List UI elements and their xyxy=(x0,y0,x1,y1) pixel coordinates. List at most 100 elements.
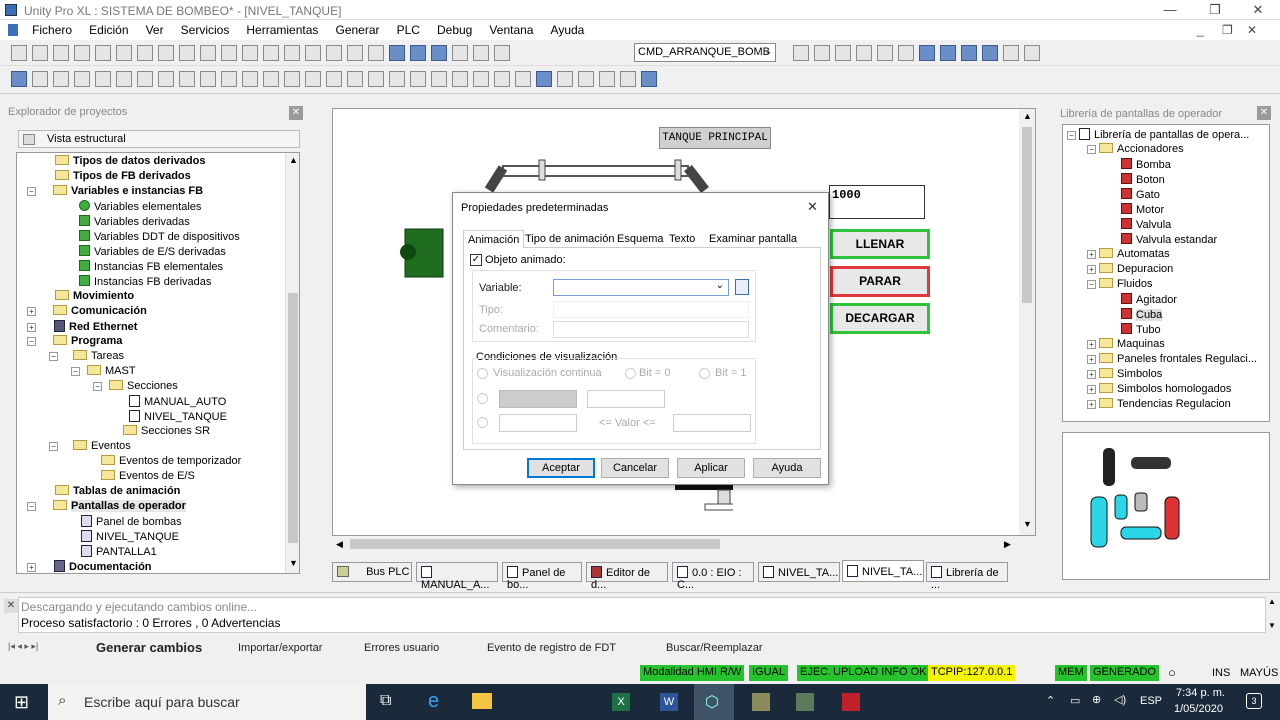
expand-icon[interactable]: + xyxy=(1087,250,1096,259)
slider-icon[interactable] xyxy=(284,71,300,87)
minimize-icon[interactable]: — xyxy=(1155,2,1185,17)
canvas-vscroll[interactable]: ▲ ▼ xyxy=(1019,109,1035,535)
delete-icon[interactable] xyxy=(200,45,216,61)
maximize-icon[interactable]: ❐ xyxy=(1200,2,1230,18)
find-icon[interactable] xyxy=(473,45,489,61)
variable-combo[interactable]: CMD_ARRANQUE_BOMB ⌄ xyxy=(634,43,776,62)
menu-generar[interactable]: Generar xyxy=(328,20,386,40)
save-icon[interactable] xyxy=(53,45,69,61)
expand-icon[interactable]: + xyxy=(27,563,36,572)
tab-examinar[interactable]: Examinar pantalla xyxy=(705,230,801,248)
undo-icon[interactable] xyxy=(158,45,174,61)
taskbar-search[interactable]: ⌕ Escribe aquí para buscar xyxy=(48,684,366,720)
tab-libreria[interactable]: Librería de ... xyxy=(926,562,1008,591)
lib-item[interactable]: Valvula xyxy=(1121,218,1171,231)
tree-item[interactable]: Variables DDT de dispositivos xyxy=(79,230,240,243)
window1-icon[interactable] xyxy=(940,45,956,61)
lib-item[interactable]: + Depuracion xyxy=(1087,263,1173,275)
tree-item[interactable]: Eventos de temporizador xyxy=(101,455,241,467)
excel-icon[interactable]: X xyxy=(612,693,630,711)
scroll-down-icon[interactable]: ▼ xyxy=(1023,519,1032,529)
tree-item[interactable]: − Tareas xyxy=(49,350,124,362)
align-top-icon[interactable] xyxy=(389,71,405,87)
print-icon[interactable] xyxy=(74,45,90,61)
download-icon[interactable] xyxy=(305,45,321,61)
tree-item[interactable]: Tipos de datos derivados xyxy=(55,155,205,167)
lib-item[interactable]: Cuba xyxy=(1121,308,1163,321)
cut-icon[interactable] xyxy=(116,45,132,61)
tree-item[interactable]: Variables de E/S derivadas xyxy=(79,245,226,258)
library-close-icon[interactable]: ✕ xyxy=(1257,106,1271,120)
animated-checkbox[interactable]: ✓ xyxy=(470,254,482,266)
tab-nivel-1[interactable]: NIVEL_TA... xyxy=(758,562,840,582)
tab-eio[interactable]: 0.0 : EIO : C... xyxy=(672,562,754,591)
stop-icon[interactable] xyxy=(368,45,384,61)
collapse-icon[interactable]: − xyxy=(27,502,36,511)
notification-icon[interactable]: 3 xyxy=(1246,693,1262,709)
globe-icon[interactable]: ⊕ xyxy=(1092,693,1101,706)
scroll-thumb[interactable] xyxy=(350,539,720,549)
expand-icon[interactable]: + xyxy=(1087,340,1096,349)
lib-item[interactable]: − Fluidos xyxy=(1087,278,1152,290)
continuous-radio[interactable] xyxy=(477,368,488,379)
paste-icon[interactable] xyxy=(137,45,153,61)
arc-icon[interactable] xyxy=(116,71,132,87)
compare-radio[interactable] xyxy=(477,393,488,404)
collapse-icon[interactable]: − xyxy=(49,442,58,451)
context-help-icon[interactable] xyxy=(1024,45,1040,61)
window2-icon[interactable] xyxy=(961,45,977,61)
scroll-thumb[interactable] xyxy=(288,293,298,543)
unity-task-icon[interactable]: ⬡ xyxy=(694,684,734,720)
tree-item[interactable]: Variables derivadas xyxy=(79,215,190,228)
bitmap-icon[interactable] xyxy=(557,71,573,87)
variable-input[interactable]: ⌄ xyxy=(553,279,729,296)
new-icon[interactable] xyxy=(11,45,27,61)
tray-chevron-icon[interactable]: ⌃ xyxy=(1046,694,1055,707)
tree-item[interactable]: PANTALLA1 xyxy=(81,545,157,558)
menu-edicion[interactable]: Edición xyxy=(82,20,135,40)
copy-icon[interactable] xyxy=(95,45,111,61)
scroll-down-icon[interactable]: ▼ xyxy=(289,558,298,568)
align-left-icon[interactable] xyxy=(326,71,342,87)
tree-item[interactable]: + Red Ethernet xyxy=(27,320,137,333)
lib-item[interactable]: + Maquinas xyxy=(1087,338,1165,350)
tree-item[interactable]: NIVEL_TANQUE xyxy=(81,530,179,543)
menu-ventana[interactable]: Ventana xyxy=(482,20,540,40)
tree-item[interactable]: Tablas de animación xyxy=(55,485,180,497)
tree-item[interactable]: Instancias FB elementales xyxy=(79,260,223,273)
lib-item[interactable]: + Automatas xyxy=(1087,248,1170,260)
tab-panel-bombas[interactable]: Panel de bo... xyxy=(502,562,582,591)
bit1-radio[interactable] xyxy=(699,368,710,379)
app-task-icon-2[interactable] xyxy=(796,693,814,711)
window3-icon[interactable] xyxy=(982,45,998,61)
ayuda-button[interactable]: Ayuda xyxy=(753,458,821,478)
collapse-icon[interactable]: − xyxy=(1087,280,1096,289)
scroll-up-icon[interactable]: ▲ xyxy=(1023,111,1032,121)
mdi-minimize-icon[interactable]: _ xyxy=(1190,20,1211,40)
sheet-icon[interactable] xyxy=(578,71,594,87)
expand-icon[interactable]: + xyxy=(1087,370,1096,379)
close-icon[interactable]: ✕ xyxy=(1243,2,1273,18)
tree-item[interactable]: + Comunicación xyxy=(27,305,147,317)
lib-item[interactable]: + Tendencias Regulacion xyxy=(1087,398,1231,410)
lib-item[interactable]: Boton xyxy=(1121,173,1165,186)
scroll-up-icon[interactable]: ▲ xyxy=(289,155,298,165)
ellipse-icon[interactable] xyxy=(74,71,90,87)
expand-icon[interactable]: + xyxy=(27,307,36,316)
expand-icon[interactable]: + xyxy=(1087,400,1096,409)
upload-icon[interactable] xyxy=(326,45,342,61)
collapse-icon[interactable]: − xyxy=(71,367,80,376)
task-view-icon[interactable]: ⧉ xyxy=(380,692,391,710)
group-icon[interactable] xyxy=(410,71,426,87)
tab-buscar[interactable]: Buscar/Reemplazar xyxy=(666,642,763,658)
tab-fdt[interactable]: Evento de registro de FDT xyxy=(487,642,616,658)
back-icon[interactable] xyxy=(473,71,489,87)
tree-icon[interactable] xyxy=(410,45,426,61)
cancelar-button[interactable]: Cancelar xyxy=(601,458,669,478)
plc-stop-icon[interactable] xyxy=(877,45,893,61)
tree-item[interactable]: Tipos de FB derivados xyxy=(55,170,191,182)
tab-generar-cambios[interactable]: Generar cambios xyxy=(96,640,202,656)
tree-item[interactable]: − Pantallas de operador xyxy=(27,500,186,512)
tab-tipo-animacion[interactable]: Tipo de animación xyxy=(521,230,618,248)
tree-item[interactable]: + Documentación xyxy=(27,560,152,573)
